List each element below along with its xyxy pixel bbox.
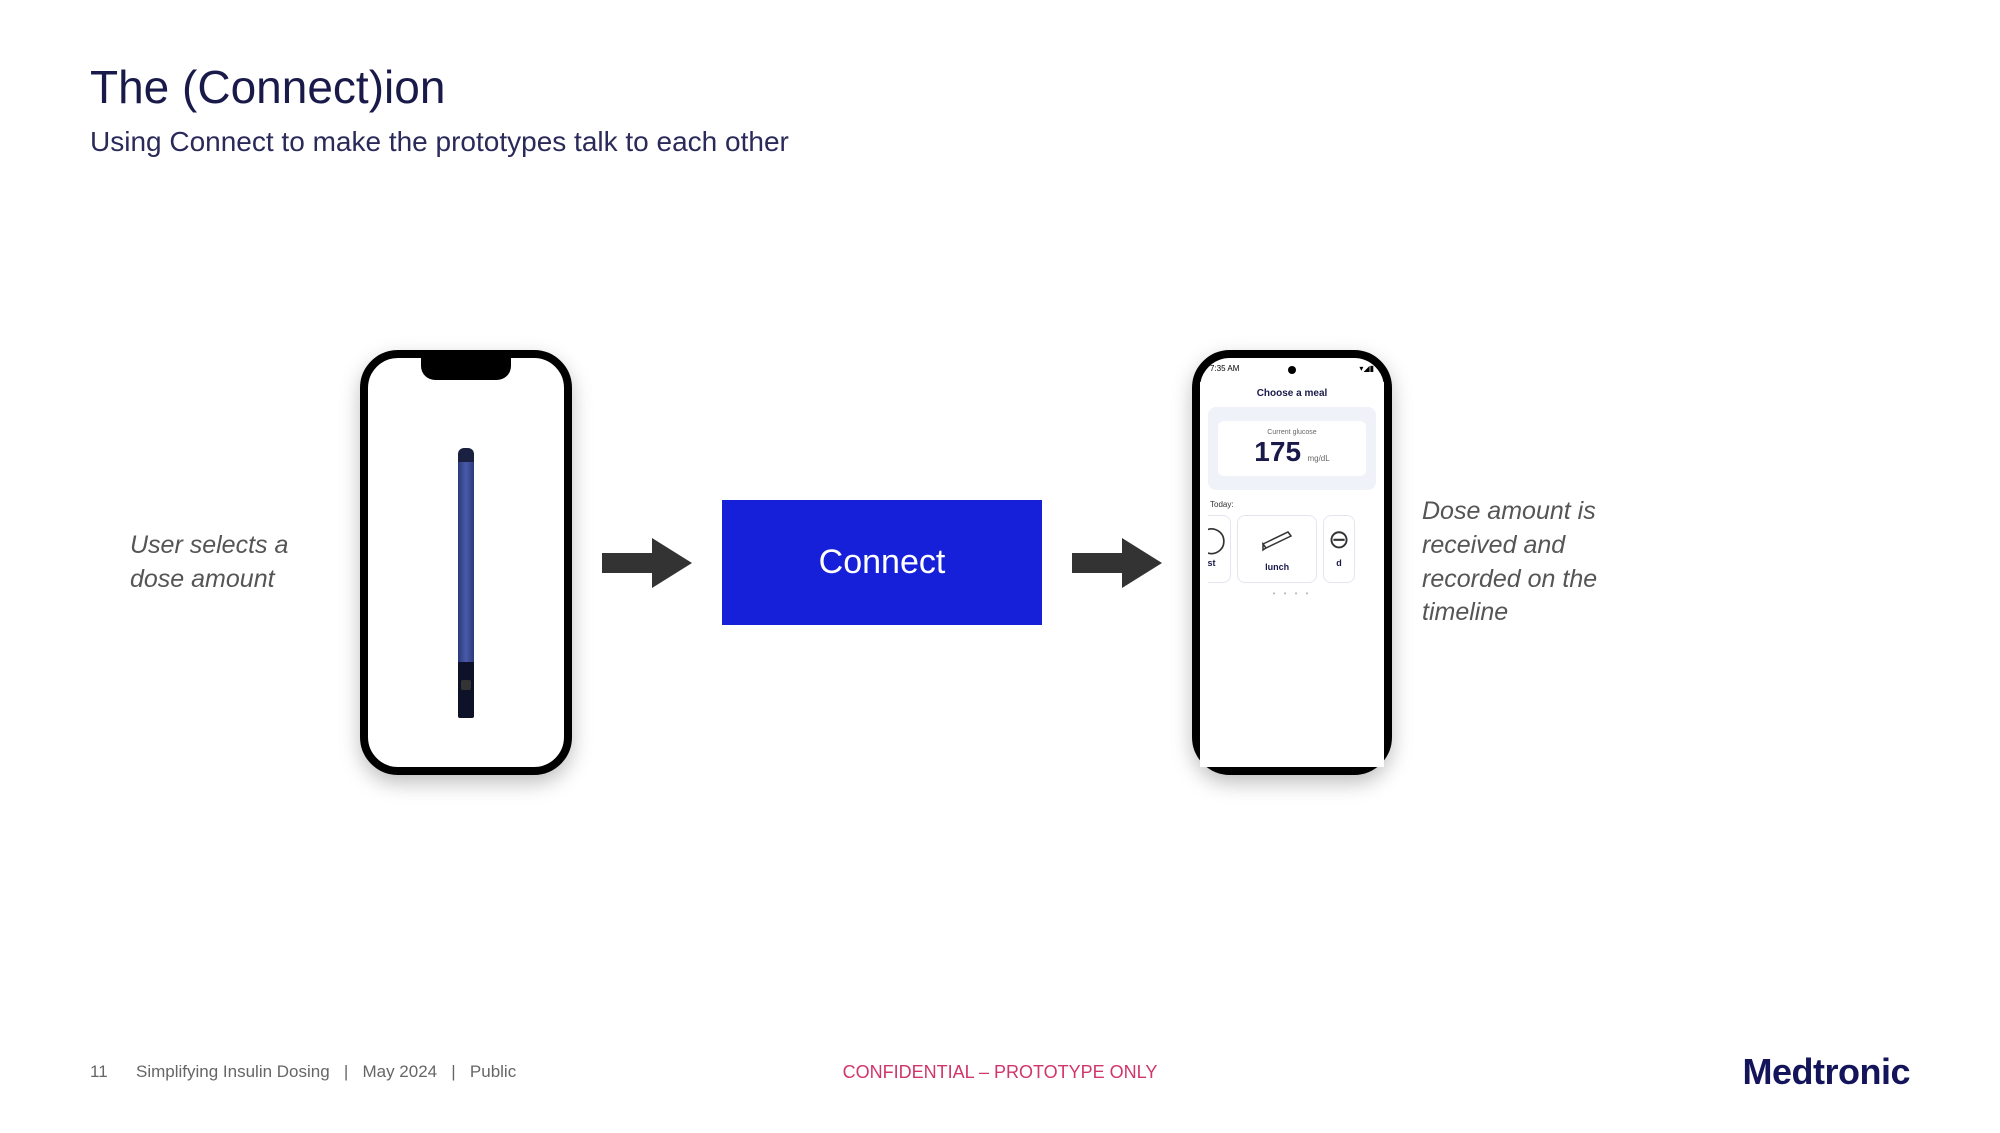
meal-label: d (1328, 558, 1350, 568)
phone-notch (421, 358, 511, 380)
doc-date: May 2024 (362, 1062, 437, 1081)
meal-card: ⊖ d (1323, 515, 1355, 583)
meal-label: st (1208, 558, 1226, 568)
page-number: 11 (90, 1062, 108, 1081)
app-screen: Choose a meal Current glucose 175 mg/dL … (1200, 382, 1384, 767)
status-time: 7:35 AM (1210, 364, 1239, 373)
today-label: Today: (1210, 500, 1374, 509)
glucose-label: Current glucose (1226, 429, 1358, 436)
insulin-pen-icon (458, 448, 474, 718)
meal-label: lunch (1242, 562, 1312, 572)
arrow-right-icon (1072, 538, 1162, 588)
right-caption: Dose amount is received and recorded on … (1422, 495, 1642, 630)
slide-subtitle: Using Connect to make the prototypes tal… (90, 126, 1910, 158)
meal-card: lunch (1237, 515, 1317, 583)
slide: The (Connect)ion Using Connect to make t… (0, 0, 2000, 1133)
brand-logo: Medtronic (1742, 1051, 1910, 1093)
connect-node: Connect (722, 500, 1042, 625)
status-icons: ▾◢▮ (1359, 364, 1374, 373)
doc-visibility: Public (470, 1062, 516, 1081)
footer-meta: 11 Simplifying Insulin Dosing | May 2024… (90, 1062, 516, 1082)
meal-card: ◯ st (1208, 515, 1231, 583)
meal-icon: ⊖ (1328, 526, 1350, 552)
phone-mockup-right: 7:35 AM ▾◢▮ Choose a meal Current glucos… (1192, 350, 1392, 775)
flow-diagram: User selects a dose amount Connect 7:35 … (130, 350, 1870, 775)
carousel-dots: • • • • (1208, 589, 1376, 598)
meal-carousel: ◯ st lunch ⊖ d (1208, 515, 1376, 583)
slide-title: The (Connect)ion (90, 60, 1910, 114)
slide-footer: 11 Simplifying Insulin Dosing | May 2024… (90, 1051, 1910, 1093)
meal-icon: ◯ (1208, 526, 1226, 552)
doc-title: Simplifying Insulin Dosing (136, 1062, 330, 1081)
phone-status-bar: 7:35 AM ▾◢▮ (1210, 364, 1374, 373)
glucose-value: 175 (1254, 436, 1301, 467)
confidential-notice: CONFIDENTIAL – PROTOTYPE ONLY (843, 1062, 1158, 1083)
phone-mockup-left (360, 350, 572, 775)
app-screen-title: Choose a meal (1208, 388, 1376, 399)
glucose-unit: mg/dL (1307, 454, 1329, 463)
sandwich-icon (1242, 526, 1312, 556)
arrow-right-icon (602, 538, 692, 588)
left-caption: User selects a dose amount (130, 529, 330, 597)
glucose-card: Current glucose 175 mg/dL (1208, 407, 1376, 490)
